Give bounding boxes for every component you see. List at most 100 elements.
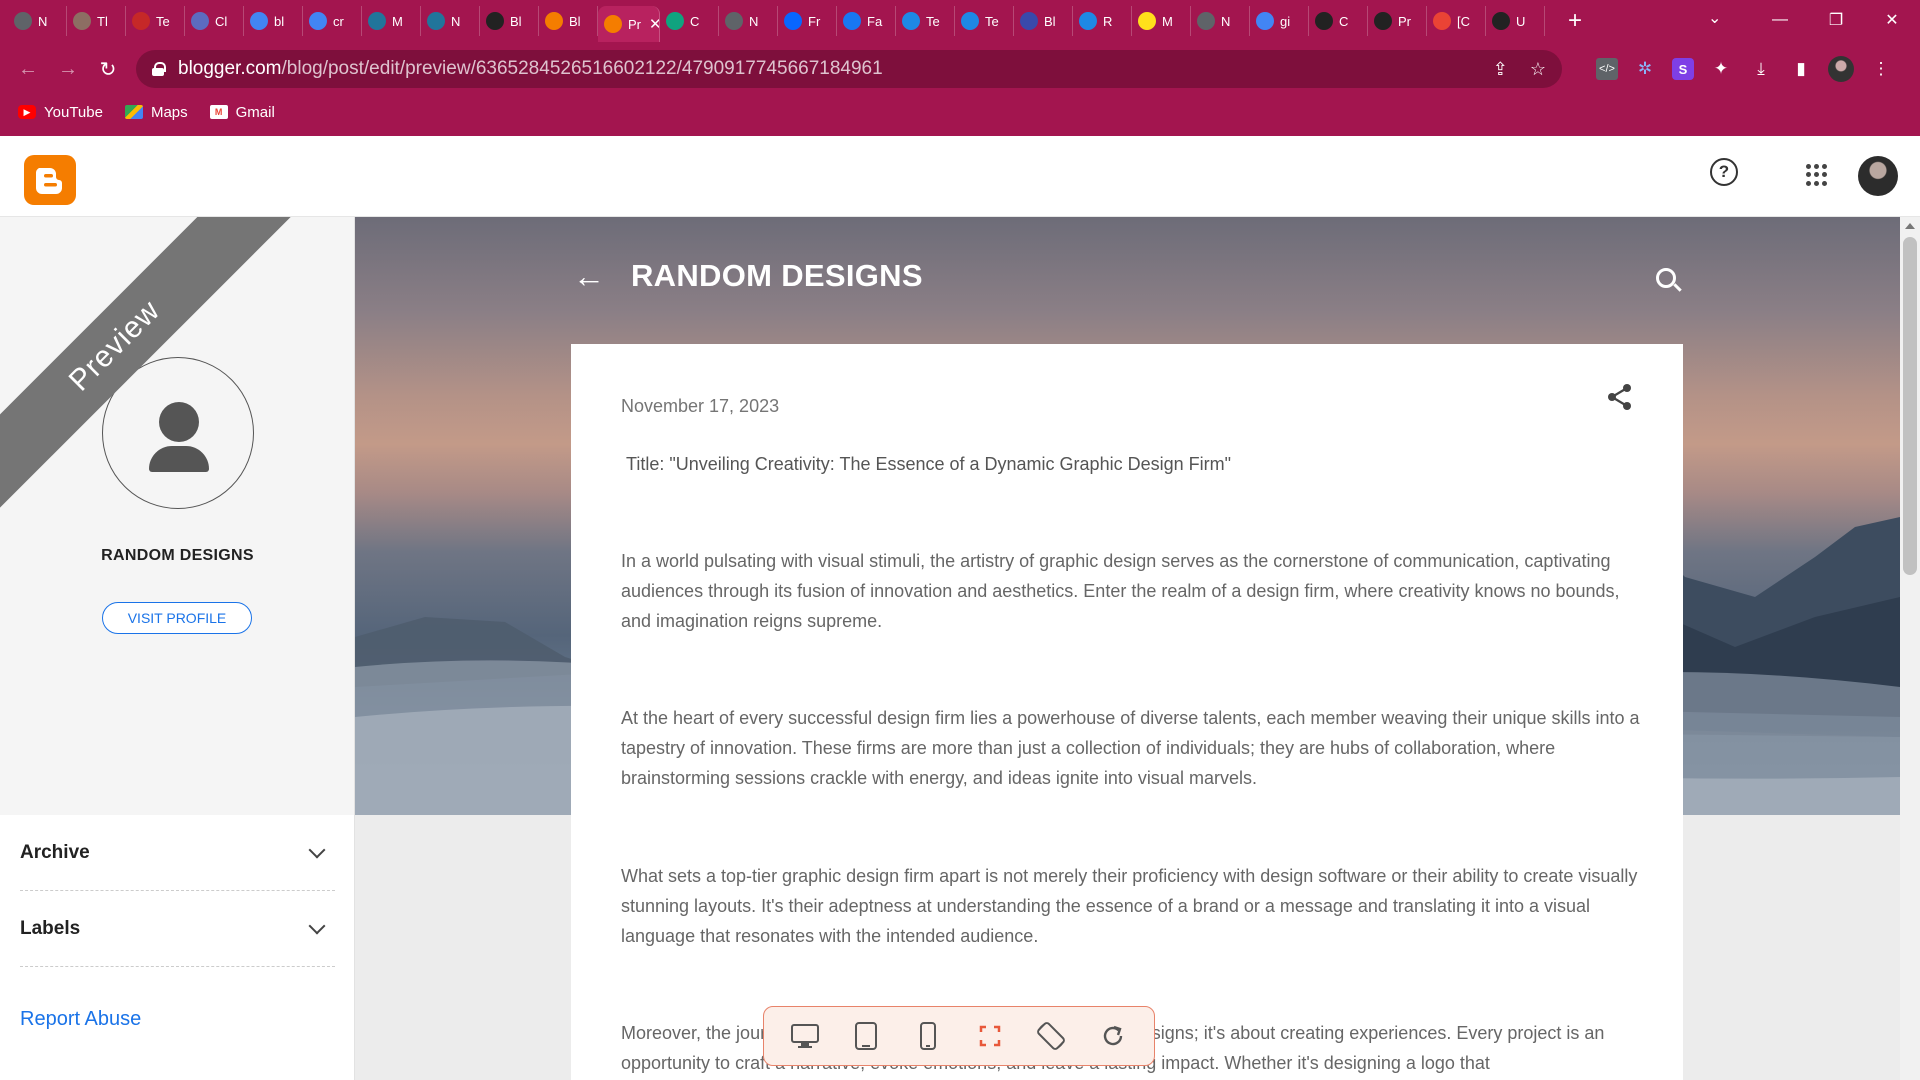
chevron-down-icon[interactable] bbox=[308, 917, 326, 934]
tab-label: Bl bbox=[569, 13, 581, 29]
meta-icon bbox=[784, 12, 802, 30]
download-icon[interactable]: ⤓ bbox=[1748, 56, 1774, 82]
browser-tab[interactable]: Pr ✕ bbox=[598, 6, 660, 42]
post-date[interactable]: November 17, 2023 bbox=[621, 396, 779, 417]
bookmark-label: Maps bbox=[150, 103, 188, 121]
visit-profile-button[interactable]: VISIT PROFILE bbox=[102, 602, 252, 634]
browser-tab[interactable]: Pr bbox=[1368, 6, 1427, 36]
post-paragraph: What sets a top-tier graphic design firm… bbox=[621, 866, 1638, 946]
url-path: /blog/post/edit/preview/6365284526516602… bbox=[281, 58, 883, 79]
profile-avatar-icon[interactable] bbox=[1828, 56, 1854, 82]
browser-tab[interactable]: Bl bbox=[480, 6, 539, 36]
tab-label: R bbox=[1103, 13, 1113, 29]
browser-tab[interactable]: Tl bbox=[67, 6, 126, 36]
blog-title[interactable]: RANDOM DESIGNS bbox=[631, 258, 923, 294]
desktop-view-icon[interactable] bbox=[787, 1018, 823, 1054]
gmail-icon: M bbox=[209, 105, 228, 119]
address-bar[interactable]: blogger.com/blog/post/edit/preview/63652… bbox=[136, 50, 1562, 88]
blogger-b-glyph bbox=[35, 168, 62, 194]
browser-tab[interactable]: U bbox=[1486, 6, 1545, 36]
book-icon bbox=[132, 12, 150, 30]
tab-label: M bbox=[392, 13, 403, 29]
lock-icon[interactable] bbox=[152, 62, 166, 76]
reload-button[interactable]: ↻ bbox=[88, 49, 128, 89]
browser-tab[interactable]: [C bbox=[1427, 6, 1486, 36]
sidebar-blog-name[interactable]: RANDOM DESIGNS bbox=[0, 547, 354, 565]
browser-tab[interactable]: Cl bbox=[185, 6, 244, 36]
browser-tab[interactable]: M bbox=[1132, 6, 1191, 36]
bell-icon bbox=[191, 12, 209, 30]
sidebar-item-labels[interactable]: Labels bbox=[20, 891, 335, 967]
c-icon bbox=[902, 12, 920, 30]
url-host: blogger.com bbox=[178, 58, 282, 79]
back-arrow-icon[interactable]: ← bbox=[573, 258, 605, 295]
browser-tab[interactable]: bl bbox=[244, 6, 303, 36]
blogger-logo-icon[interactable] bbox=[24, 155, 76, 205]
back-button[interactable]: ← bbox=[8, 49, 48, 89]
rotate-icon[interactable] bbox=[1033, 1018, 1069, 1054]
share-icon[interactable] bbox=[1605, 382, 1635, 412]
page-scrollbar[interactable] bbox=[1900, 217, 1920, 1080]
chatgpt-icon bbox=[1197, 12, 1215, 30]
mobile-view-icon[interactable] bbox=[910, 1018, 946, 1054]
restore-button[interactable]: ❐ bbox=[1808, 0, 1864, 40]
account-avatar[interactable] bbox=[1858, 156, 1898, 196]
chevron-down-icon[interactable] bbox=[308, 841, 326, 858]
tab-search-icon[interactable]: ⌄ bbox=[1708, 8, 1721, 28]
wordpress-icon bbox=[427, 12, 445, 30]
bookmarks-bar: ▶ YouTube Maps M Gmail bbox=[0, 98, 275, 126]
tab-label: Fr bbox=[808, 13, 821, 29]
browser-tab[interactable]: Fa bbox=[837, 6, 896, 36]
gear-extension-icon[interactable]: ✲ bbox=[1632, 56, 1658, 82]
tab-label: M bbox=[1162, 13, 1173, 29]
bookmark-label: YouTube bbox=[44, 103, 103, 121]
bookmark-item[interactable]: M Gmail bbox=[209, 104, 275, 121]
sidebar-widgets: Archive Labels Report Abuse bbox=[0, 815, 354, 1080]
browser-tab[interactable]: cr bbox=[303, 6, 362, 36]
help-icon[interactable]: ? bbox=[1710, 158, 1738, 186]
search-icon[interactable] bbox=[1656, 268, 1676, 288]
devtools-extension-icon[interactable]: </> bbox=[1596, 58, 1618, 80]
browser-tab[interactable]: Te bbox=[126, 6, 185, 36]
browser-tab[interactable]: C bbox=[660, 6, 719, 36]
browser-tab[interactable]: gi bbox=[1250, 6, 1309, 36]
stylus-extension-icon[interactable]: S bbox=[1672, 58, 1694, 80]
bookmark-star-icon[interactable]: ☆ bbox=[1530, 59, 1546, 80]
refresh-icon[interactable] bbox=[1095, 1018, 1131, 1054]
browser-tab[interactable]: C bbox=[1309, 6, 1368, 36]
maps-icon bbox=[124, 105, 143, 119]
browser-menu-icon[interactable]: ⋮ bbox=[1868, 56, 1894, 82]
close-window-button[interactable]: ✕ bbox=[1864, 0, 1920, 40]
side-panel-icon[interactable]: ▮ bbox=[1788, 56, 1814, 82]
browser-tab[interactable]: Bl bbox=[539, 6, 598, 36]
browser-tab[interactable]: Te bbox=[896, 6, 955, 36]
browser-tab[interactable]: N bbox=[719, 6, 778, 36]
browser-tab[interactable]: M bbox=[362, 6, 421, 36]
url-text[interactable]: blogger.com/blog/post/edit/preview/63652… bbox=[178, 58, 883, 80]
browser-tab[interactable]: Bl bbox=[1014, 6, 1073, 36]
tab-label: gi bbox=[1280, 13, 1291, 29]
forward-button[interactable]: → bbox=[48, 49, 88, 89]
puzzle-extensions-icon[interactable]: ✦ bbox=[1708, 56, 1734, 82]
browser-tab[interactable]: Te bbox=[955, 6, 1014, 36]
browser-tab[interactable]: Fr bbox=[778, 6, 837, 36]
compass-icon bbox=[486, 12, 504, 30]
close-tab-icon[interactable]: ✕ bbox=[649, 15, 659, 33]
bookmark-item[interactable]: Maps bbox=[124, 103, 188, 121]
tablet-view-icon[interactable] bbox=[848, 1018, 884, 1054]
share-page-icon[interactable]: ⇪ bbox=[1493, 59, 1508, 80]
fullscreen-icon[interactable] bbox=[972, 1018, 1008, 1054]
browser-tab[interactable]: N bbox=[8, 6, 67, 36]
bookmark-item[interactable]: ▶ YouTube bbox=[18, 104, 103, 121]
sidebar-item-archive[interactable]: Archive bbox=[20, 815, 335, 891]
browser-tab[interactable]: N bbox=[1191, 6, 1250, 36]
scrollbar-thumb[interactable] bbox=[1903, 237, 1917, 575]
report-abuse-link[interactable]: Report Abuse bbox=[20, 1008, 141, 1031]
browser-tab[interactable]: N bbox=[421, 6, 480, 36]
minimize-button[interactable]: — bbox=[1752, 0, 1808, 40]
browser-tab[interactable]: R bbox=[1073, 6, 1132, 36]
new-tab-button[interactable]: + bbox=[1555, 7, 1595, 35]
calendar-icon bbox=[1020, 12, 1038, 30]
google-apps-icon[interactable] bbox=[1806, 164, 1828, 186]
scroll-up-arrow-icon[interactable] bbox=[1905, 223, 1915, 229]
